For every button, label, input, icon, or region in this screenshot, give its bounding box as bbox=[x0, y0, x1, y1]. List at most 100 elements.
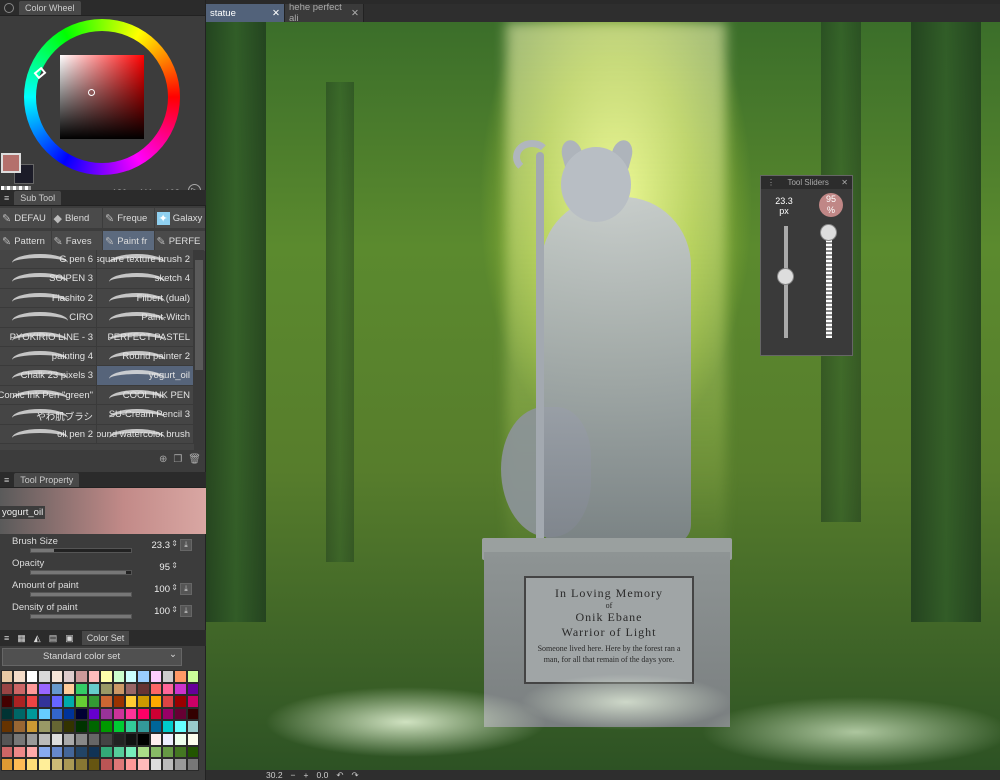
color-swatch[interactable] bbox=[50, 695, 63, 708]
tab-hehe-perfect[interactable]: hehe perfect ali ✕ bbox=[285, 2, 364, 24]
color-swatch[interactable] bbox=[87, 758, 101, 771]
color-swatch[interactable] bbox=[112, 695, 125, 708]
color-swatch[interactable] bbox=[186, 758, 200, 771]
color-swatch[interactable] bbox=[137, 720, 150, 733]
pressure-icon[interactable]: ⤓ bbox=[180, 605, 192, 617]
color-swatch[interactable] bbox=[162, 707, 175, 721]
color-swatch[interactable] bbox=[149, 695, 163, 708]
color-swatch[interactable] bbox=[13, 707, 26, 721]
color-swatch[interactable] bbox=[162, 758, 175, 771]
color-swatch[interactable] bbox=[112, 670, 125, 683]
color-swatch[interactable] bbox=[50, 720, 63, 733]
tab-sub-view[interactable]: ▣ bbox=[65, 633, 74, 644]
color-swatch[interactable] bbox=[87, 682, 101, 696]
color-swatch[interactable] bbox=[137, 695, 150, 708]
zoom-in-icon[interactable]: + bbox=[304, 770, 309, 780]
color-swatch[interactable] bbox=[13, 732, 26, 746]
color-swatch[interactable] bbox=[75, 695, 88, 708]
brush-size-slider[interactable] bbox=[30, 548, 132, 553]
color-swatch[interactable] bbox=[75, 682, 88, 696]
tool-slider-header[interactable]: ⋮ Tool Sliders ✕ bbox=[761, 176, 852, 189]
color-swatch[interactable] bbox=[174, 745, 187, 759]
color-swatch[interactable] bbox=[25, 682, 39, 696]
pressure-icon[interactable]: ⤓ bbox=[180, 583, 192, 595]
color-swatch[interactable] bbox=[1, 682, 14, 696]
color-swatch[interactable] bbox=[62, 695, 76, 708]
rotate-left-icon[interactable]: ↶ bbox=[336, 770, 343, 780]
color-swatch[interactable] bbox=[124, 758, 138, 771]
color-swatch[interactable] bbox=[13, 695, 26, 708]
color-swatch[interactable] bbox=[100, 720, 113, 733]
color-swatch[interactable] bbox=[137, 732, 150, 746]
color-swatch[interactable] bbox=[112, 707, 125, 721]
grip-icon[interactable]: ⋮ bbox=[767, 178, 775, 187]
color-swatch[interactable] bbox=[162, 670, 175, 683]
color-swatch[interactable] bbox=[124, 695, 138, 708]
foreground-color-swatch[interactable] bbox=[1, 153, 21, 173]
color-swatch[interactable] bbox=[50, 745, 63, 759]
color-swatch[interactable] bbox=[75, 745, 88, 759]
copy-icon[interactable]: ❐ bbox=[173, 454, 182, 468]
color-swatch[interactable] bbox=[186, 720, 200, 733]
brush-item[interactable]: Round painter 2 bbox=[97, 346, 194, 366]
color-swatch[interactable] bbox=[38, 720, 51, 733]
group-frequent[interactable]: ✎ Freque bbox=[103, 208, 154, 228]
brush-item[interactable]: oil pen 2 bbox=[0, 424, 97, 443]
brush-item[interactable]: Filbert (dual) bbox=[97, 288, 194, 308]
brush-item[interactable]: Chalk 23 pixels 3 bbox=[0, 366, 97, 385]
color-swatch[interactable] bbox=[75, 732, 88, 746]
color-swatch[interactable] bbox=[1, 720, 14, 733]
color-swatch[interactable] bbox=[13, 745, 26, 759]
color-swatch[interactable] bbox=[137, 682, 150, 696]
color-swatch[interactable] bbox=[100, 745, 113, 759]
color-swatch[interactable] bbox=[186, 670, 200, 683]
color-swatch[interactable] bbox=[62, 732, 76, 746]
color-swatch[interactable] bbox=[100, 695, 113, 708]
opacity-slider[interactable] bbox=[30, 570, 132, 575]
color-swatch[interactable] bbox=[149, 707, 163, 721]
tab-approximate-color[interactable]: ◭ bbox=[34, 633, 41, 644]
color-swatch[interactable] bbox=[50, 732, 63, 746]
color-swatch[interactable] bbox=[149, 682, 163, 696]
pressure-icon[interactable]: ⤓ bbox=[180, 539, 192, 551]
color-swatch[interactable] bbox=[25, 758, 39, 771]
density-of-paint-slider[interactable] bbox=[30, 614, 132, 619]
color-swatch[interactable] bbox=[1, 695, 14, 708]
color-swatch[interactable] bbox=[137, 758, 150, 771]
tab-color-history[interactable]: ▤ bbox=[49, 633, 58, 644]
brush-item[interactable]: PYOKIRIO LINE - 3 bbox=[0, 327, 97, 346]
group-default[interactable]: ✎ DEFAU bbox=[0, 208, 51, 228]
color-swatch[interactable] bbox=[62, 758, 76, 771]
group-faves[interactable]: ✎ Faves bbox=[51, 231, 102, 251]
color-swatch[interactable] bbox=[100, 758, 113, 771]
color-swatch[interactable] bbox=[38, 707, 51, 721]
color-swatch[interactable] bbox=[124, 732, 138, 746]
color-picker-cursor[interactable] bbox=[88, 89, 95, 96]
color-swatch[interactable] bbox=[186, 707, 200, 721]
color-swatch[interactable] bbox=[62, 670, 76, 683]
color-swatch[interactable] bbox=[1, 732, 14, 746]
close-icon[interactable]: ✕ bbox=[841, 178, 848, 187]
color-swatch[interactable] bbox=[149, 732, 163, 746]
group-paint[interactable]: ✎ Paint fr bbox=[103, 231, 154, 251]
density-of-paint-value[interactable]: 100 bbox=[154, 606, 170, 617]
spinner-icon[interactable]: ⇕ bbox=[171, 605, 178, 614]
brush-item[interactable]: PERFECT PASTEL bbox=[97, 327, 194, 346]
color-swatch[interactable] bbox=[174, 758, 187, 771]
close-icon[interactable]: ✕ bbox=[272, 8, 280, 19]
color-swatch[interactable] bbox=[13, 682, 26, 696]
color-swatch[interactable] bbox=[25, 707, 39, 721]
color-swatch[interactable] bbox=[13, 670, 26, 683]
color-swatch[interactable] bbox=[25, 695, 39, 708]
color-swatch[interactable] bbox=[112, 682, 125, 696]
color-swatch[interactable] bbox=[50, 707, 63, 721]
brush-item[interactable]: CIRO bbox=[0, 308, 97, 327]
brush-size-value[interactable]: 23.3 bbox=[152, 540, 171, 551]
color-swatch[interactable] bbox=[112, 720, 125, 733]
add-icon[interactable]: ⊕ bbox=[159, 454, 167, 468]
color-swatch[interactable] bbox=[124, 745, 138, 759]
brush-item[interactable]: sketch 4 bbox=[97, 269, 194, 288]
brush-item[interactable]: square texture brush 2 bbox=[97, 250, 194, 269]
color-swatch[interactable] bbox=[13, 758, 26, 771]
group-perfect[interactable]: ✎ PERFE bbox=[154, 231, 205, 251]
